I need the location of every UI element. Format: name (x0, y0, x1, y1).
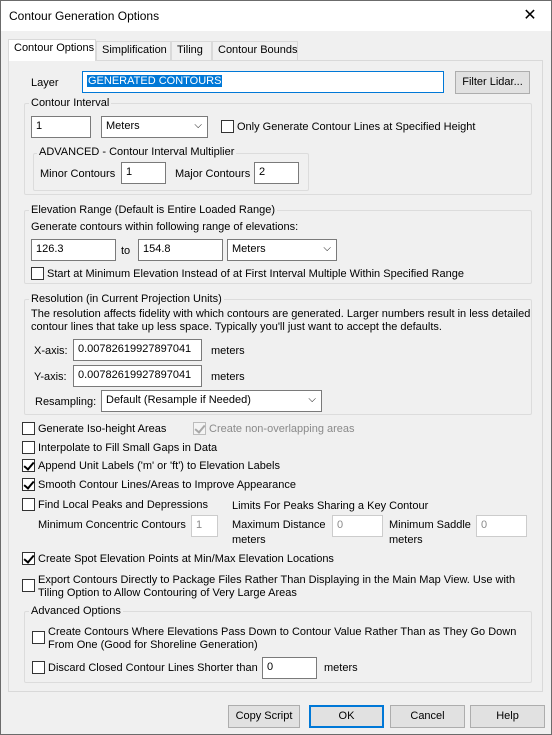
elevation-to-input[interactable]: 154.8 (138, 239, 223, 261)
append-unit-label: Append Unit Labels ('m' or 'ft') to Elev… (38, 460, 280, 472)
minor-contours-input[interactable]: 1 (121, 162, 166, 184)
chevron-down-icon: ⌵ (323, 243, 331, 254)
major-contours-label: Major Contours (175, 168, 251, 180)
elevation-range-description: Generate contours within following range… (31, 221, 299, 233)
discard-closed-checkbox[interactable] (32, 661, 45, 674)
resampling-select[interactable]: Default (Resample if Needed) ⌵ (101, 390, 322, 412)
max-distance-input[interactable]: 0 (332, 515, 383, 537)
iso-height-checkbox[interactable] (22, 422, 35, 435)
x-axis-label: X-axis: (34, 345, 68, 357)
non-overlapping-checkbox[interactable] (193, 422, 206, 435)
filter-lidar-button[interactable]: Filter Lidar... (455, 71, 530, 94)
min-saddle-unit: meters (389, 534, 423, 546)
advanced-options-group-label: Advanced Options (29, 605, 123, 617)
only-specified-height-label: Only Generate Contour Lines at Specified… (237, 121, 476, 133)
major-contours-input[interactable]: 2 (254, 162, 299, 184)
elevation-unit-select[interactable]: Meters ⌵ (227, 239, 337, 261)
y-axis-label: Y-axis: (34, 371, 67, 383)
y-axis-unit: meters (211, 371, 245, 383)
contour-interval-unit-value: Meters (106, 120, 140, 132)
layer-label: Layer (31, 77, 59, 89)
ok-button[interactable]: OK (309, 705, 384, 728)
window-title: Contour Generation Options (9, 9, 160, 23)
tab-tiling[interactable]: Tiling (171, 41, 212, 60)
tab-simplification[interactable]: Simplification (96, 41, 171, 60)
start-at-min-label: Start at Minimum Elevation Instead of at… (47, 268, 464, 280)
contour-interval-group-label: Contour Interval (29, 97, 112, 109)
y-axis-input[interactable]: 0.00782619927897041 (73, 365, 202, 387)
layer-name-value: GENERATED CONTOURS (87, 75, 223, 87)
elevation-from-input[interactable]: 126.3 (31, 239, 116, 261)
advanced-multiplier-label: ADVANCED - Contour Interval Multiplier (37, 146, 237, 158)
find-peaks-checkbox[interactable] (22, 498, 35, 511)
smooth-label: Smooth Contour Lines/Areas to Improve Ap… (38, 479, 297, 491)
contour-interval-input[interactable]: 1 (31, 116, 91, 138)
minor-contours-label: Minor Contours (40, 168, 116, 180)
start-at-min-checkbox[interactable] (31, 267, 44, 280)
resampling-value: Default (Resample if Needed) (106, 394, 251, 406)
discard-closed-input[interactable]: 0 (262, 657, 317, 679)
min-concentric-input[interactable]: 1 (191, 515, 218, 537)
cancel-button[interactable]: Cancel (390, 705, 465, 728)
max-distance-unit: meters (232, 534, 266, 546)
export-package-checkbox[interactable] (22, 579, 35, 592)
tab-contour-options[interactable]: Contour Options (8, 39, 96, 61)
max-distance-label: Maximum Distance (232, 519, 326, 531)
interpolate-checkbox[interactable] (22, 441, 35, 454)
elevation-range-group-label: Elevation Range (Default is Entire Loade… (29, 204, 277, 216)
peak-limits-label: Limits For Peaks Sharing a Key Contour (232, 500, 429, 512)
close-icon[interactable]: ✕ (519, 5, 541, 27)
spot-elevation-label: Create Spot Elevation Points at Min/Max … (38, 553, 334, 565)
smooth-checkbox[interactable] (22, 478, 35, 491)
x-axis-unit: meters (211, 345, 245, 357)
elevation-to-label: to (121, 245, 131, 257)
interpolate-label: Interpolate to Fill Small Gaps in Data (38, 442, 218, 454)
discard-closed-label: Discard Closed Contour Lines Shorter tha… (48, 662, 258, 674)
min-concentric-label: Minimum Concentric Contours (38, 519, 186, 531)
spot-elevation-checkbox[interactable] (22, 552, 35, 565)
append-unit-checkbox[interactable] (22, 459, 35, 472)
discard-closed-unit: meters (324, 662, 358, 674)
x-axis-input[interactable]: 0.00782619927897041 (73, 339, 202, 361)
resampling-label: Resampling: (35, 396, 97, 408)
only-specified-height-checkbox[interactable] (221, 120, 234, 133)
pass-down-checkbox[interactable] (32, 631, 45, 644)
tab-contour-bounds[interactable]: Contour Bounds (212, 41, 298, 60)
export-package-label: Export Contours Directly to Package File… (38, 574, 516, 599)
pass-down-label: Create Contours Where Elevations Pass Do… (48, 626, 517, 651)
min-saddle-label: Minimum Saddle (389, 519, 471, 531)
help-button[interactable]: Help (470, 705, 545, 728)
iso-height-label: Generate Iso-height Areas (38, 423, 167, 435)
elevation-unit-value: Meters (232, 243, 266, 255)
contour-interval-unit-select[interactable]: Meters ⌵ (101, 116, 208, 138)
chevron-down-icon: ⌵ (194, 120, 202, 131)
resolution-description: The resolution affects fidelity with whi… (31, 308, 531, 333)
find-peaks-label: Find Local Peaks and Depressions (38, 499, 208, 511)
title-bar: Contour Generation Options ✕ (1, 1, 551, 31)
chevron-down-icon: ⌵ (308, 394, 316, 405)
min-saddle-input[interactable]: 0 (476, 515, 527, 537)
non-overlapping-label: Create non-overlapping areas (209, 423, 355, 435)
resolution-group-label: Resolution (in Current Projection Units) (29, 293, 224, 305)
copy-script-button[interactable]: Copy Script (228, 705, 300, 728)
layer-name-input[interactable]: GENERATED CONTOURS (82, 71, 444, 93)
